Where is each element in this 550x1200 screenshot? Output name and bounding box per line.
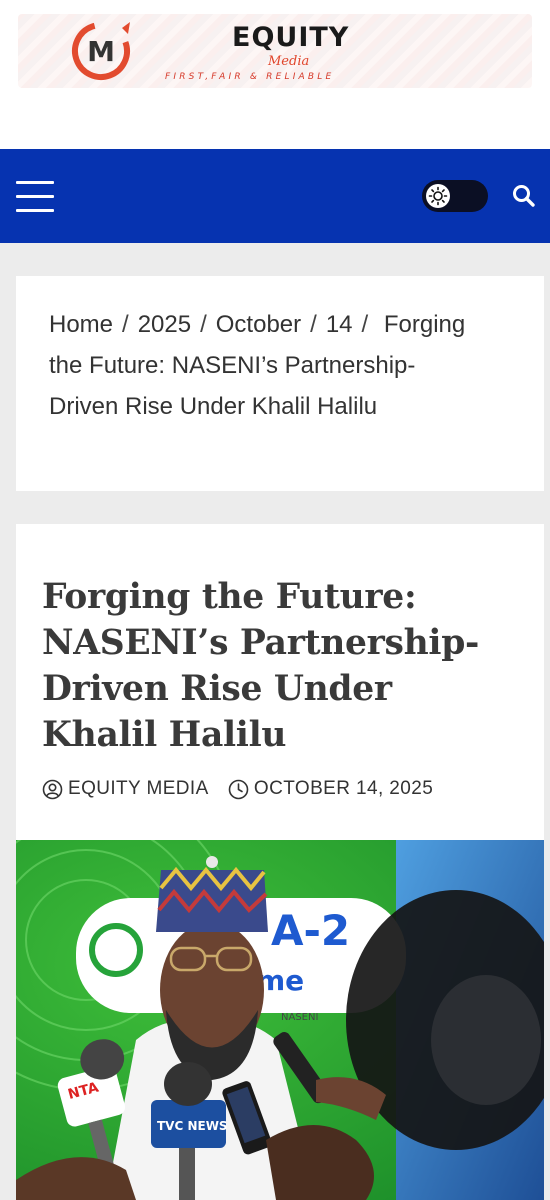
breadcrumb-separator: / xyxy=(310,311,317,338)
breadcrumb: Home/2025/October/14/ Forging the Future… xyxy=(16,276,544,491)
clock-icon xyxy=(228,779,249,799)
logo-icon[interactable]: M xyxy=(70,20,132,82)
featured-image[interactable]: A-2 me NASENI NTA TVC NEWS xyxy=(16,840,544,1200)
breadcrumb-day[interactable]: 14 xyxy=(326,311,353,338)
search-icon[interactable] xyxy=(510,182,538,210)
breadcrumb-home[interactable]: Home xyxy=(49,311,113,338)
backdrop-small: NASENI xyxy=(281,1012,318,1023)
article-meta: EQUITY MEDIA OCTOBER 14, 2025 xyxy=(42,778,433,806)
date-link[interactable]: OCTOBER 14, 2025 xyxy=(228,778,433,800)
brand-name[interactable]: EQUITY xyxy=(232,22,349,53)
article-title: Forging the Future: NASENI’s Partnership… xyxy=(42,577,480,755)
author-name: EQUITY MEDIA xyxy=(68,778,209,799)
brand-subtitle: Media xyxy=(268,54,310,69)
breadcrumb-month[interactable]: October xyxy=(216,311,301,338)
theme-toggle[interactable] xyxy=(422,180,488,212)
user-icon xyxy=(42,779,63,799)
breadcrumb-separator: / xyxy=(122,311,129,338)
mic-label-tvc: TVC NEWS xyxy=(157,1119,228,1133)
brand-tagline: FIRST,FAIR & RELIABLE xyxy=(165,72,335,82)
backdrop-text: A-2 xyxy=(271,906,350,955)
logo-letter: M xyxy=(87,35,115,68)
sun-icon xyxy=(428,186,448,206)
breadcrumb-separator: / xyxy=(200,311,207,338)
publish-date: OCTOBER 14, 2025 xyxy=(253,778,434,799)
author-link[interactable]: EQUITY MEDIA xyxy=(42,778,209,800)
breadcrumb-trail: Home/2025/October/14/ Forging the Future… xyxy=(49,304,479,427)
hamburger-icon[interactable] xyxy=(16,181,54,213)
theme-knob xyxy=(426,184,450,208)
breadcrumb-year[interactable]: 2025 xyxy=(138,311,191,338)
breadcrumb-separator: / xyxy=(361,311,369,338)
